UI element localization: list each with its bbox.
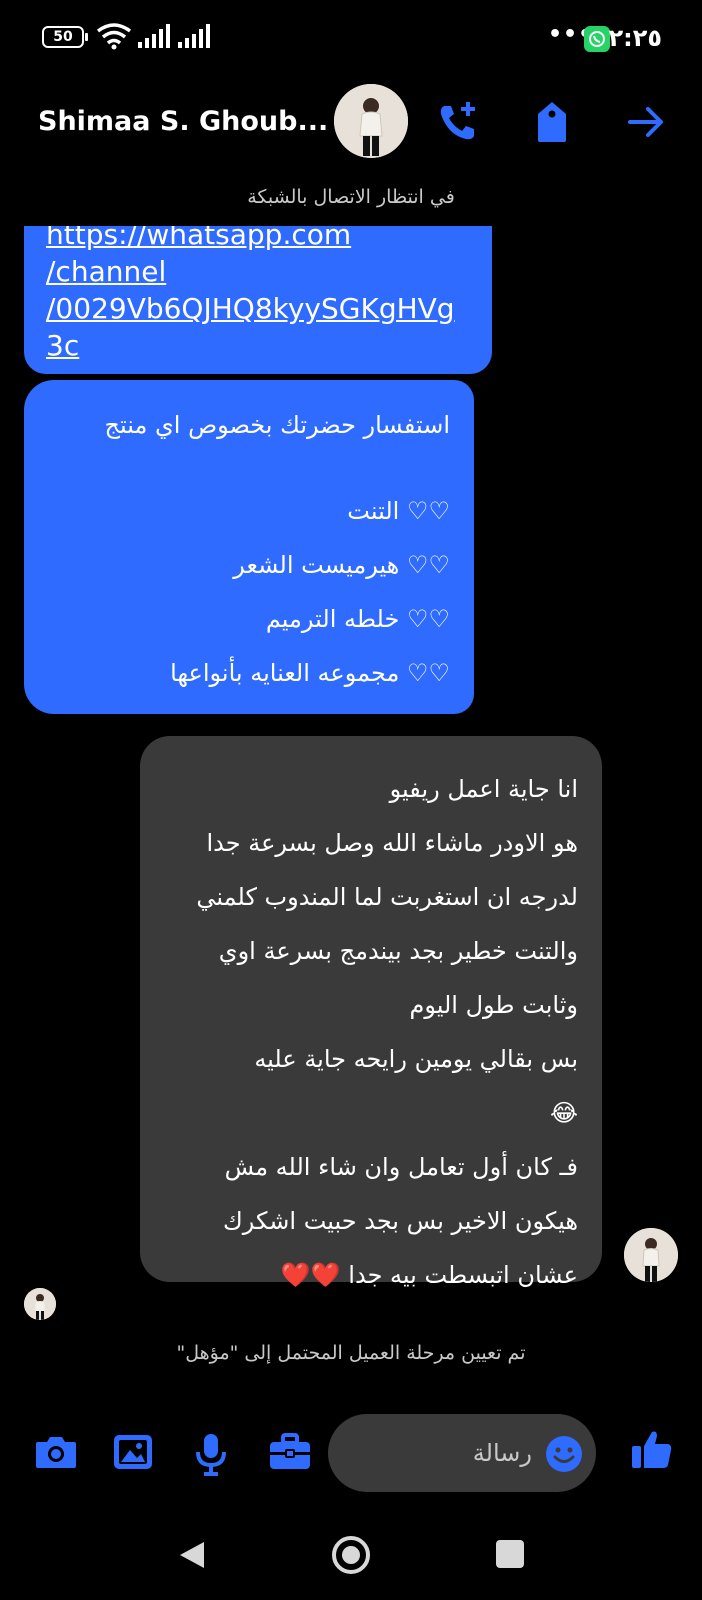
channel-link[interactable]: https://whatsapp.com /channel /0029Vb6QJ… — [46, 226, 455, 364]
message-input-container[interactable] — [328, 1414, 596, 1492]
laughing-emoji: 😂 — [549, 1099, 578, 1127]
signal-icon — [138, 24, 170, 48]
message-input[interactable] — [352, 1414, 532, 1492]
contact-name[interactable]: Shimaa S. Ghoub... — [38, 106, 328, 137]
microphone-icon[interactable] — [194, 1432, 228, 1476]
message-line: هيكون الاخير بس بجد حبيت اشكرك — [223, 1207, 578, 1235]
camera-icon[interactable] — [34, 1432, 78, 1472]
product-item: ♡♡ مجموعه العنايه بأنواعها — [170, 659, 450, 687]
message-line: عشان اتبسطت بيه جدا ❤️❤️ — [280, 1261, 578, 1289]
wifi-icon — [96, 23, 132, 50]
connection-status: في انتظار الاتصال بالشبكة — [247, 186, 455, 208]
product-item: ♡♡ هيرميست الشعر — [233, 551, 450, 579]
message-line: والتنت خطير بجد بيندمج بسرعة اوي — [218, 937, 578, 965]
product-item: ♡♡ التنت — [347, 497, 450, 525]
clock: ٢:٢٥ — [608, 24, 662, 52]
emoji-icon[interactable] — [544, 1434, 584, 1474]
lead-stage-notice: تم تعيين مرحلة العميل المحتمل إلى "مؤهل" — [176, 1342, 526, 1364]
message-bubble-incoming[interactable]: انا جاية اعمل ريفيو هو الاودر ماشاء الله… — [140, 736, 602, 1289]
status-bar: 50 ••• ٢:٢٥ — [0, 0, 702, 80]
briefcase-icon[interactable] — [268, 1432, 312, 1472]
message-line: بس بقالي يومين رايحه جاية عليه — [254, 1045, 578, 1073]
add-call-icon[interactable] — [436, 100, 480, 144]
message-line: لدرجه ان استغربت لما المندوب كلمني — [196, 883, 578, 911]
forward-arrow-icon[interactable] — [626, 100, 666, 144]
home-icon[interactable] — [330, 1534, 372, 1576]
message-line: استفسار حضرتك بخصوص اي منتج — [104, 411, 450, 439]
contact-avatar[interactable] — [334, 84, 408, 158]
message-bubble-outgoing-products[interactable]: استفسار حضرتك بخصوص اي منتج ♡♡ التنت ♡♡ … — [24, 380, 474, 714]
battery-icon: 50 — [42, 26, 88, 48]
message-line: انا جاية اعمل ريفيو — [389, 775, 578, 803]
back-icon[interactable] — [178, 1540, 206, 1570]
whatsapp-icon — [584, 26, 610, 52]
chat-header: Shimaa S. Ghoub... — [0, 80, 702, 180]
tag-icon[interactable] — [532, 100, 572, 144]
message-composer — [0, 1410, 702, 1500]
recent-apps-icon[interactable] — [496, 1540, 524, 1568]
system-nav-bar — [0, 1510, 702, 1600]
sender-avatar[interactable] — [624, 1228, 678, 1282]
message-bubble-outgoing-link[interactable]: https://whatsapp.com /channel /0029Vb6QJ… — [24, 226, 492, 374]
thumbs-up-icon[interactable] — [630, 1428, 674, 1472]
message-line: هو الاودر ماشاء الله وصل بسرعة جدا — [206, 829, 578, 857]
message-line: فـ كان أول تعامل وان شاء الله مش — [224, 1153, 578, 1181]
gallery-icon[interactable] — [112, 1432, 154, 1472]
product-item: ♡♡ خلطه الترميم — [265, 605, 450, 633]
seen-receipt-avatar — [24, 1288, 56, 1320]
signal-icon-2 — [178, 24, 210, 48]
battery-level: 50 — [53, 29, 73, 45]
message-line: وثابت طول اليوم — [409, 991, 578, 1019]
